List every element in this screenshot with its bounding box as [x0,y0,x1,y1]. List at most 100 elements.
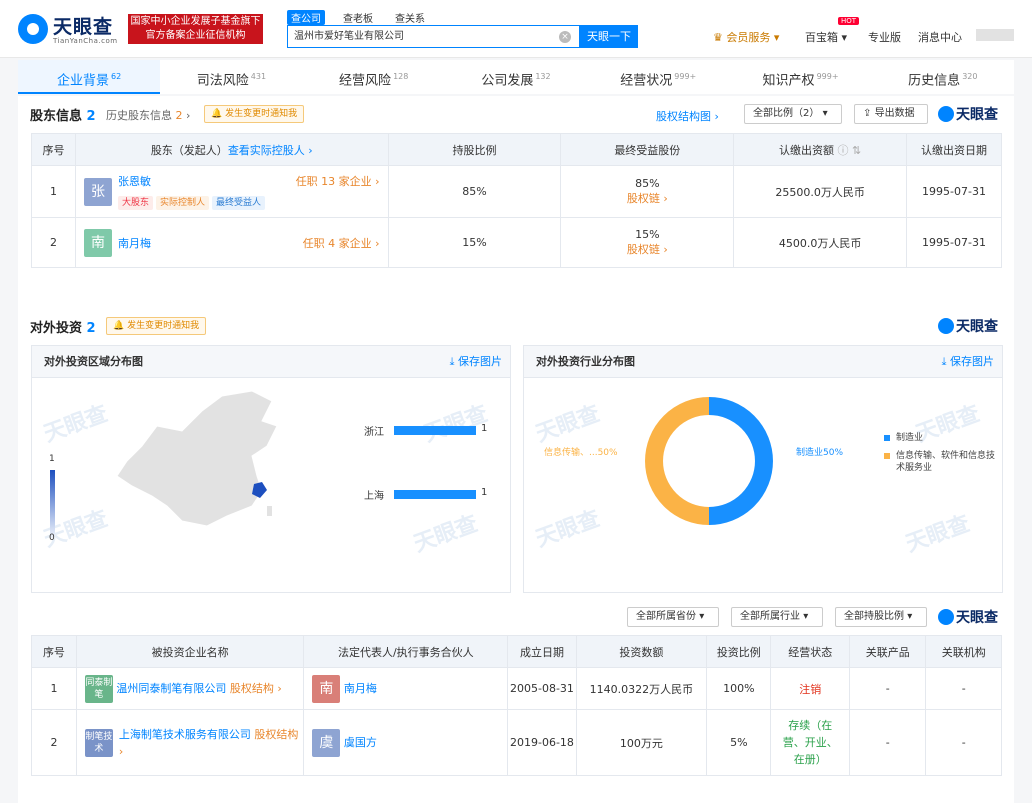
status-badge: 存续（在营、开业、在册） [770,709,850,776]
official-badge[interactable]: 国家中小企业发展子基金旗下 官方备案企业征信机构 [128,14,263,44]
search-tab-relation[interactable]: 查关系 [391,10,429,25]
table-row: 2 制笔技术 上海制笔技术服务有限公司 股权结构 › 虞 虞国方 2019-06… [31,709,1002,776]
map-scale-bar [50,470,55,538]
export-data-button[interactable]: ⇪ 导出数据 [854,104,928,124]
logo[interactable]: 天眼查 TianYanCha.com [18,12,118,45]
change-notify-button[interactable]: 🔔 发生变更时通知我 [204,105,305,123]
background-watermark: 天眼查 [40,401,112,448]
tag-beneficiary: 最终受益人 [211,196,265,210]
chevron-right-icon: › [182,109,191,122]
table-header-row: 序号 被投资企业名称 法定代表人/执行事务合伙人 成立日期 投资数额 投资比例 … [31,635,1002,668]
clear-icon[interactable]: × [559,31,571,43]
donut-slice[interactable] [645,397,710,525]
donut-slice-label: 信息传输、...50% [544,448,618,458]
region-bar-label: 上海 [364,491,384,502]
caret-down-icon: ▾ [841,31,848,44]
avatar: 南 [312,674,341,703]
background-watermark: 天眼查 [532,506,604,553]
avatar: 张 [83,177,112,206]
save-image-button[interactable]: ⤓ 保存图片 [450,346,502,378]
industry-filter-select[interactable]: 全部所属行业 ▾ [731,607,823,627]
position-count-link[interactable]: 任职 13 家企业 › [296,173,380,189]
pro-version-link[interactable]: 专业版 [868,29,901,45]
table-row: 1 同泰制笔 温州同泰制笔有限公司 股权结构 › 南 南月梅 2005-08-3… [31,667,1002,710]
tianyancha-watermark: 天眼查 [938,316,998,336]
section-tabs: 企业背景 62 司法风险 431 经营风险 128 公司发展 132 经营状况 999+ … [18,60,1014,94]
bell-icon: 🔔 [113,321,125,331]
equity-chain-link[interactable]: 股权链 › [561,241,733,257]
equity-structure-link[interactable]: 股权结构 › [230,682,282,695]
bell-icon: 🔔 [211,109,223,119]
ratio-filter-select[interactable]: 全部比例（2） ▾ [744,104,842,124]
help-icon[interactable]: ⓘ [838,144,849,157]
tab-operation[interactable]: 经营状况 999+ [587,60,729,94]
table-header-row: 序号 股东（发起人）查看实际控股人 › 持股比例 最终受益股份 认缴出资额 ⓘ … [31,133,1002,166]
tianyancha-logo-icon [938,318,954,334]
tab-ip[interactable]: 知识产权 999+ [729,60,871,94]
tab-history[interactable]: 历史信息 320 [872,60,1014,94]
equity-chain-link[interactable]: 股权链 › [561,190,733,206]
legend-label: 制造业 [896,433,924,443]
chevron-right-icon: › [711,110,719,123]
tianyancha-watermark: 天眼查 [938,104,998,124]
caret-down-icon: ▾ [803,611,809,622]
industry-donut-chart [645,397,773,525]
company-name-link[interactable]: 上海制笔技术服务有限公司 [119,728,251,741]
search-input[interactable]: 温州市爱好笔业有限公司 × [287,25,580,48]
user-avatar[interactable] [976,29,1014,41]
shareholder-name-link[interactable]: 南月梅 [118,235,151,251]
company-logo: 制笔技术 [84,729,113,757]
save-image-button[interactable]: ⤓ 保存图片 [942,346,994,378]
logo-text: 天眼查 [53,16,114,38]
donut-slice-label: 制造业50% [796,448,844,458]
region-bar[interactable] [394,426,476,435]
legend-swatch [884,453,890,459]
region-bar-value: 1 [481,487,488,498]
background-watermark: 天眼查 [532,401,604,448]
background-watermark: 天眼查 [902,511,974,558]
province-filter-select[interactable]: 全部所属省份 ▾ [627,607,719,627]
donut-slice[interactable] [708,397,773,525]
tag-major-shareholder: 大股东 [117,196,153,210]
search-button[interactable]: 天眼一下 [580,25,638,48]
content-card: 股东信息 2 历史股东信息 2 › 🔔 发生变更时通知我 股权结构图 › 全部比… [18,96,1014,803]
history-shareholders-link[interactable]: 历史股东信息 2 › [106,107,190,123]
legend-label: 信息传输、软件和信息技术服务业 [896,451,996,473]
map-region [116,390,278,527]
position-count-link[interactable]: 任职 4 家企业 › [303,235,380,251]
tab-background[interactable]: 企业背景 62 [18,60,161,94]
view-controller-link[interactable]: 查看实际控股人 [228,144,305,157]
legend-item[interactable]: 制造业 [884,432,996,444]
scale-max-label: 1 [49,454,55,464]
search-tab-boss[interactable]: 查老板 [339,10,377,25]
download-icon: ⤓ [449,355,455,368]
search-tab-company[interactable]: 查公司 [287,10,325,25]
status-badge: 注销 [770,667,850,710]
region-bar-value: 1 [481,423,488,434]
shareholder-name-link[interactable]: 张恩敏 [118,173,151,189]
caret-down-icon: ▾ [773,31,780,44]
representative-link[interactable]: 虞国方 [344,736,377,749]
shareholders-table: 序号 股东（发起人）查看实际控股人 › 持股比例 最终受益股份 认缴出资额 ⓘ … [31,133,1002,268]
holding-ratio-filter-select[interactable]: 全部持股比例 ▾ [835,607,927,627]
avatar: 虞 [312,728,341,757]
hot-badge: HOT [838,17,860,25]
company-name-link[interactable]: 温州同泰制笔有限公司 [116,682,226,695]
region-bar[interactable] [394,490,476,499]
tab-development[interactable]: 公司发展 132 [445,60,587,94]
industry-distribution-panel: 对外投资行业分布图 ⤓ 保存图片 天眼查 天眼查 天眼查 天眼查 制造业50% 信息… [523,345,1003,593]
toolbox-link[interactable]: 百宝箱 ▾ [805,29,847,45]
tianyancha-logo-icon [938,106,954,122]
vip-service-link[interactable]: ♛ 会员服务 ▾ [713,29,779,45]
change-notify-button[interactable]: 🔔 发生变更时通知我 [106,317,207,335]
tab-legal-risk[interactable]: 司法风险 431 [160,60,302,94]
representative-link[interactable]: 南月梅 [344,682,377,695]
sort-icon[interactable]: ⇅ [852,144,861,157]
tab-business-risk[interactable]: 经营风险 128 [303,60,445,94]
export-icon: ⇪ [863,108,872,119]
caret-down-icon: ▾ [907,611,913,622]
message-center-link[interactable]: 消息中心 [918,29,962,45]
equity-structure-link[interactable]: 股权结构图 › [656,108,719,124]
legend-item[interactable]: 信息传输、软件和信息技术服务业 [884,450,996,474]
china-map [116,390,278,527]
